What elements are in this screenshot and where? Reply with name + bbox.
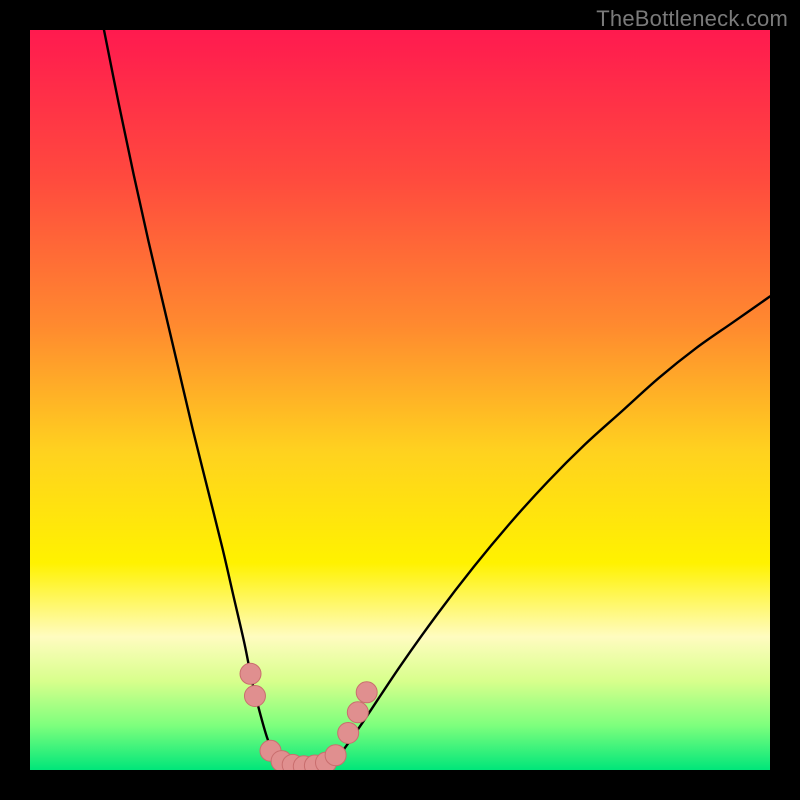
data-marker [325,745,346,766]
data-marker [347,702,368,723]
bottleneck-curve [104,30,770,770]
watermark-text: TheBottleneck.com [596,6,788,32]
data-marker [244,686,265,707]
data-marker [338,723,359,744]
data-marker [356,682,377,703]
curve-layer [30,30,770,770]
data-marker [240,663,261,684]
plot-area [30,30,770,770]
chart-frame: TheBottleneck.com [0,0,800,800]
